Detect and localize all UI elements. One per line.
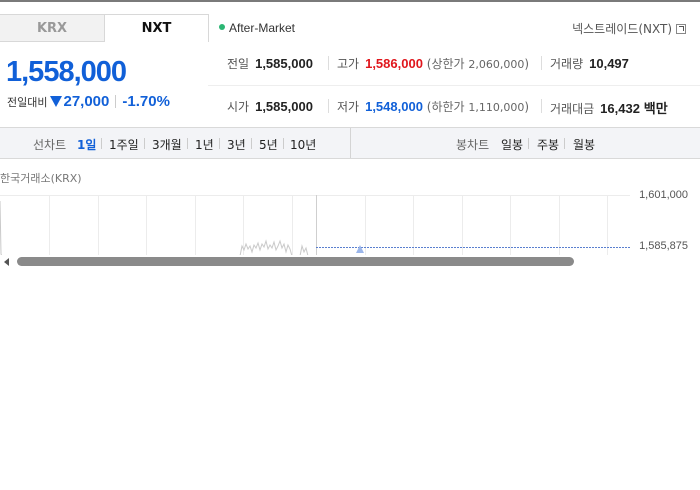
stat-high: 고가 1,586,000 (상한가 2,060,000) [337,55,529,72]
exchange-link[interactable]: 넥스트레이드(NXT) [572,20,686,37]
period-3m[interactable]: 3개월 [152,136,182,153]
stat-value: 1,585,000 [255,99,313,114]
price-chart[interactable]: 1,601,000 1,585,875 [0,186,700,257]
upper-limit: (상한가 2,060,000) [426,57,530,71]
scroll-left-icon[interactable] [4,258,9,266]
external-link-icon[interactable] [676,24,686,34]
divider [251,138,252,149]
market-status-label: After-Market [229,21,296,35]
stat-volume: 거래량 10,497 [550,55,629,72]
divider [187,138,188,149]
candle-weekly[interactable]: 주봉 [537,136,559,153]
lower-limit: (하한가 1,110,000) [426,100,530,114]
divider [528,138,529,149]
top-border [0,0,700,2]
current-price: 1,558,000 [6,56,127,88]
stat-open: 시가 1,585,000 [227,98,313,115]
divider [101,138,102,149]
chart-source: 한국거래소(KRX) [0,172,82,185]
stat-label: 저가 [337,100,360,114]
chart-period-bar: 선차트 1일 1주일 3개월 1년 3년 5년 10년 봉차트 일봉 주봉 월봉 [0,127,700,159]
y-tick-label: 1,601,000 [639,189,688,201]
stat-value: 1,586,000 [365,56,423,71]
period-10y[interactable]: 10년 [290,136,316,153]
horizontal-scrollbar[interactable] [0,255,700,269]
candle-daily[interactable]: 일봉 [501,136,523,153]
tab-krx[interactable]: KRX [0,14,105,42]
scroll-thumb[interactable] [17,257,574,266]
exchange-link-label[interactable]: 넥스트레이드(NXT) [572,22,672,36]
price-change: 전일대비 27,000 -1.70% [7,93,170,110]
change-percent: -1.70% [122,93,170,110]
chart-grid [0,195,630,256]
stat-value: 10,497 [589,56,629,71]
divider [115,95,117,108]
stat-value: 1,585,000 [255,56,313,71]
chart-marker-icon [356,245,364,253]
change-amount: 27,000 [63,93,110,110]
stat-label: 시가 [227,100,250,114]
line-chart-title: 선차트 [33,138,67,152]
price-line [0,200,312,257]
divider [328,99,329,113]
divider [219,138,220,149]
stat-label: 거래대금 [550,102,595,116]
divider [541,56,542,70]
stat-prev-close: 전일 1,585,000 [227,55,313,72]
stat-low: 저가 1,548,000 (하한가 1,110,000) [337,98,529,115]
tab-nxt[interactable]: NXT [104,14,209,42]
stats-divider [208,85,700,86]
divider [283,138,284,149]
stat-trade-value: 거래대금 16,432 백만 [550,98,668,117]
down-triangle-icon [50,96,63,107]
period-5y[interactable]: 5년 [259,136,278,153]
divider [328,56,329,70]
stat-label: 전일 [227,57,250,71]
y-tick-label: 1,585,875 [639,240,688,252]
divider [541,99,542,113]
period-1w[interactable]: 1주일 [109,136,139,153]
candle-monthly[interactable]: 월봉 [573,136,595,153]
chart-canvas [0,195,630,257]
candle-chart-title: 봉차트 [456,138,490,152]
change-label: 전일대비 [7,96,48,109]
stat-value: 16,432 [600,101,640,116]
divider [564,138,565,149]
period-1y[interactable]: 1년 [195,136,214,153]
stat-unit: 백만 [643,101,668,116]
stat-label: 고가 [337,57,360,71]
stat-value: 1,548,000 [365,99,423,114]
divider [144,138,145,149]
divider [350,128,351,158]
stat-label: 거래량 [550,57,584,71]
period-1d[interactable]: 1일 [77,136,96,153]
status-dot-icon [219,24,225,30]
market-status: After-Market [219,21,295,35]
period-3y[interactable]: 3년 [227,136,246,153]
